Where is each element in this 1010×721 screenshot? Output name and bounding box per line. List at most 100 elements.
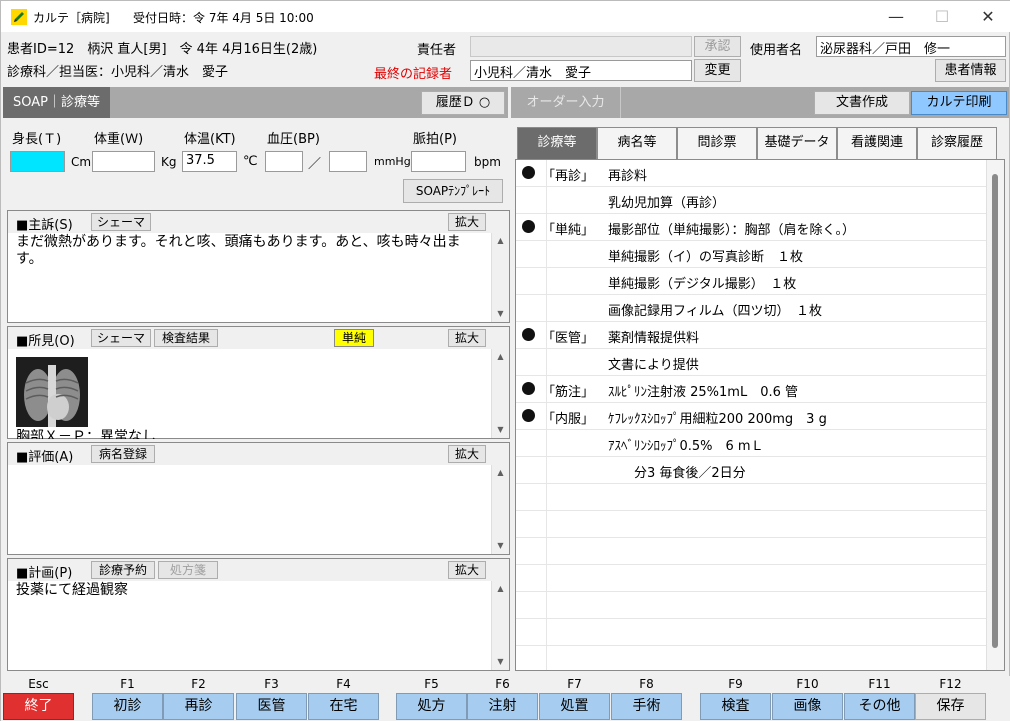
maximize-button[interactable]: ☐ [919, 1, 965, 32]
order-list-scrollbar[interactable] [986, 160, 1004, 670]
change-button[interactable]: 変更 [694, 59, 741, 82]
fkey-label[interactable]: 画像 [772, 693, 843, 720]
scroll-thumb[interactable] [992, 174, 998, 648]
patient-info-button[interactable]: 患者情報 [935, 59, 1006, 82]
bp-diastolic-input[interactable] [329, 151, 367, 172]
chest-xray-thumbnail[interactable] [16, 357, 88, 427]
exam-results-button[interactable]: 検査結果 [154, 329, 218, 347]
order-row-empty [516, 511, 986, 538]
height-input[interactable] [10, 151, 65, 172]
fkey-f1[interactable]: F1 初診 [92, 676, 163, 721]
tab-disease-names[interactable]: 病名等 [597, 127, 677, 159]
soap-template-button[interactable]: SOAPﾃﾝﾌﾟﾚｰﾄ [403, 179, 503, 203]
fkey-label[interactable]: 在宅 [308, 693, 379, 720]
fkey-label[interactable]: 終了 [3, 693, 74, 720]
objective-expand-button[interactable]: 拡大 [448, 329, 486, 347]
fkey-f8[interactable]: F8 手術 [611, 676, 682, 721]
scroll-up-icon[interactable]: ▲ [492, 581, 509, 597]
last-recorder-field[interactable]: 小児科／清水 愛子 [470, 60, 692, 81]
tab-basic-data[interactable]: 基礎データ [757, 127, 837, 159]
subjective-scrollbar[interactable]: ▲ ▼ [491, 233, 509, 322]
fkey-label[interactable]: 検査 [700, 693, 771, 720]
fkey-f2[interactable]: F2 再診 [163, 676, 234, 721]
order-row[interactable]: 単純撮影（イ）の写真診断 １枚 [516, 241, 986, 268]
objective-schema-button[interactable]: シェーマ [91, 329, 151, 347]
tab-medical-orders[interactable]: 診療等 [517, 127, 597, 159]
document-create-button[interactable]: 文書作成 [814, 91, 910, 115]
fkey-f3[interactable]: F3 医管 [236, 676, 307, 721]
subjective-schema-button[interactable]: シェーマ [91, 213, 151, 231]
appointment-button[interactable]: 診療予約 [91, 561, 155, 579]
approve-button[interactable]: 承認 [694, 36, 741, 57]
scroll-up-icon[interactable]: ▲ [492, 465, 509, 481]
fkey-label[interactable]: 処方 [396, 693, 467, 720]
responsible-field[interactable] [470, 36, 692, 57]
fkey-label[interactable]: 初診 [92, 693, 163, 720]
plan-scrollbar[interactable]: ▲ ▼ [491, 581, 509, 670]
fkey-label[interactable]: 処置 [539, 693, 610, 720]
tab-nursing[interactable]: 看護関連 [837, 127, 917, 159]
tab-questionnaire[interactable]: 問診票 [677, 127, 757, 159]
plan-text[interactable]: 投薬にて経過観察 [16, 582, 487, 599]
order-bullet-icon [522, 409, 535, 422]
bp-systolic-input[interactable] [265, 151, 303, 172]
fkey-f12[interactable]: F12 保存 [915, 676, 986, 721]
order-item: 文書により提供 [608, 358, 699, 373]
karte-print-button[interactable]: カルテ印刷 [911, 91, 1007, 115]
minimize-button[interactable]: — [873, 1, 919, 32]
scroll-down-icon[interactable]: ▼ [492, 422, 509, 438]
assessment-scrollbar[interactable]: ▲ ▼ [491, 465, 509, 554]
fkey-esc[interactable]: Esc 終了 [3, 676, 74, 721]
plan-section: ■計画(P) 診療予約 処方箋 拡大 投薬にて経過観察 ▲ ▼ [7, 558, 510, 671]
fkey-f6[interactable]: F6 注射 [467, 676, 538, 721]
temperature-input[interactable]: 37.5 [182, 151, 237, 172]
weight-input[interactable] [92, 151, 155, 172]
fkey-f5[interactable]: F5 処方 [396, 676, 467, 721]
objective-text[interactable]: 胸部Ｘ－Ｐ：異常なし [16, 429, 156, 439]
order-row[interactable]: 文書により提供 [516, 349, 986, 376]
order-row[interactable]: 画像記録用フィルム（四ツ切） １枚 [516, 295, 986, 322]
plan-expand-button[interactable]: 拡大 [448, 561, 486, 579]
fkey-label[interactable]: その他 [844, 693, 915, 720]
order-row[interactable]: 分3 毎食後／2日分 [516, 457, 986, 484]
close-button[interactable]: ✕ [965, 1, 1010, 32]
pulse-input[interactable] [411, 151, 466, 172]
fkey-f11[interactable]: F11 その他 [844, 676, 915, 721]
prescription-button[interactable]: 処方箋 [158, 561, 218, 579]
order-row[interactable]: 「筋注」 ｽﾙﾋﾟﾘﾝ注射液 25%1mL 0.6 管 [516, 376, 986, 403]
history-button[interactable]: 履歴Ｄ ○ [421, 91, 505, 115]
order-row[interactable]: 「内服」 ｹﾌﾚｯｸｽｼﾛｯﾌﾟ用細粒200 200mg 3 g [516, 403, 986, 430]
user-name-field[interactable]: 泌尿器科／戸田 修一 [816, 36, 1006, 57]
scroll-up-icon[interactable]: ▲ [492, 233, 509, 249]
disease-registration-button[interactable]: 病名登録 [91, 445, 155, 463]
objective-scrollbar[interactable]: ▲ ▼ [491, 349, 509, 438]
fkey-label[interactable]: 手術 [611, 693, 682, 720]
xray-badge[interactable]: 単純 [334, 329, 374, 347]
fkey-f9[interactable]: F9 検査 [700, 676, 771, 721]
tab-exam-history[interactable]: 診察履歴 [917, 127, 997, 159]
order-row[interactable]: 「再診」 再診料 [516, 160, 986, 187]
order-input-tab[interactable]: オーダー入力 [511, 87, 621, 118]
order-row[interactable]: ｱｽﾍﾞﾘﾝｼﾛｯﾌﾟ0.5% 6 mＬ [516, 430, 986, 457]
fkey-label[interactable]: 再診 [163, 693, 234, 720]
scroll-down-icon[interactable]: ▼ [492, 538, 509, 554]
scroll-up-icon[interactable]: ▲ [492, 349, 509, 365]
order-row[interactable]: 単純撮影（デジタル撮影） １枚 [516, 268, 986, 295]
order-row[interactable]: 乳幼児加算（再診） [516, 187, 986, 214]
subjective-text[interactable]: まだ微熱があります。それと咳、頭痛もあります。あと、咳も時々出ます。 [16, 234, 487, 268]
assessment-section: ■評価(A) 病名登録 拡大 ▲ ▼ [7, 442, 510, 555]
blood-pressure-label: 血圧(BP) [267, 132, 320, 147]
subjective-expand-button[interactable]: 拡大 [448, 213, 486, 231]
fkey-f7[interactable]: F7 処置 [539, 676, 610, 721]
scroll-down-icon[interactable]: ▼ [492, 654, 509, 670]
assessment-expand-button[interactable]: 拡大 [448, 445, 486, 463]
fkey-label[interactable]: 保存 [915, 693, 986, 720]
order-row[interactable]: 「単純」 撮影部位（単純撮影）：胸部（肩を除く。） [516, 214, 986, 241]
fkey-label[interactable]: 注射 [467, 693, 538, 720]
fkey-label[interactable]: 医管 [236, 693, 307, 720]
order-row[interactable]: 「医管」 薬剤情報提供料 [516, 322, 986, 349]
scroll-down-icon[interactable]: ▼ [492, 306, 509, 322]
tab-soap[interactable]: SOAP｜診療等 [3, 87, 110, 118]
fkey-f10[interactable]: F10 画像 [772, 676, 843, 721]
fkey-f4[interactable]: F4 在宅 [308, 676, 379, 721]
